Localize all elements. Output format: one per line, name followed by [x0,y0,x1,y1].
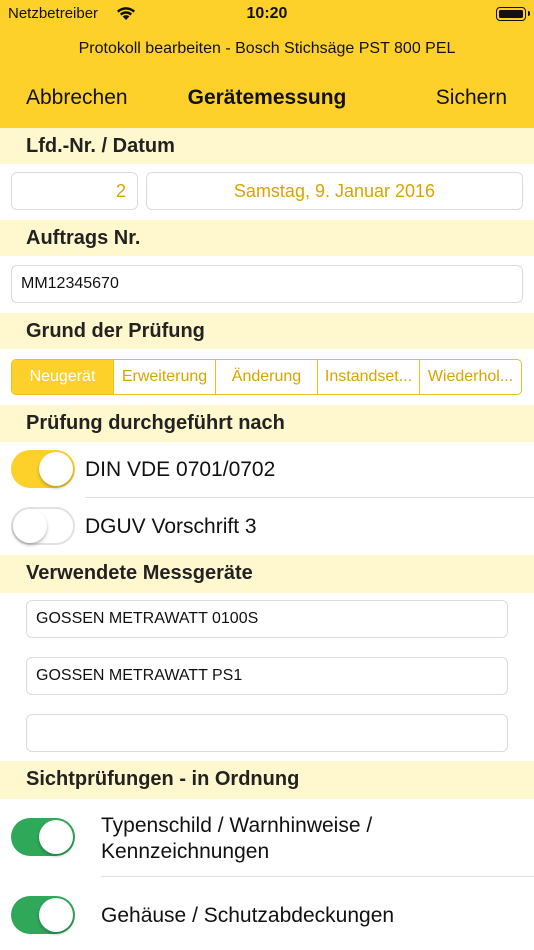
label-typenschild-line2: Kennzeichnungen [101,840,270,863]
reason-segmented-control: Neugerät Erweiterung Änderung Instandset… [11,359,522,395]
toggle-dguv[interactable] [11,507,75,545]
number-field[interactable]: 2 [11,172,138,210]
order-number-value: MM12345670 [21,275,119,292]
clock: 10:20 [246,5,288,22]
label-dguv: DGUV Vorschrift 3 [85,515,257,538]
label-typenschild-line1: Typenschild / Warnhinweise / [101,814,373,837]
order-number-field[interactable]: MM12345670 [11,265,523,303]
section-grund: Grund der Prüfung [0,313,534,349]
toggle-din-vde[interactable] [11,450,75,488]
section-label-grund: Grund der Prüfung [26,320,205,342]
section-sicht: Sichtprüfungen - in Ordnung [0,761,534,799]
top-bar: Netzbetreiber 10:20 Protokoll bearbeiten… [0,0,534,128]
device-field-3[interactable] [26,714,508,752]
toggle-typenschild[interactable] [11,818,75,856]
label-typenschild: Typenschild / Warnhinweise / Kennzeichnu… [101,813,372,865]
battery-icon [496,7,530,21]
label-din-vde: DIN VDE 0701/0702 [85,458,276,481]
section-lfd: Lfd.-Nr. / Datum [0,128,534,164]
date-field[interactable]: Samstag, 9. Januar 2016 [146,172,523,210]
toggle-gehaeuse[interactable] [11,896,75,934]
device-field-1[interactable]: GOSSEN METRAWATT 0100S [26,600,508,638]
label-gehaeuse: Gehäuse / Schutzabdeckungen [101,904,395,927]
segment-erweiterung[interactable]: Erweiterung [114,360,216,394]
segment-wiederholung[interactable]: Wiederhol... [420,360,521,394]
device-value-2: GOSSEN METRAWATT PS1 [36,667,243,684]
window-subtitle: Protokoll bearbeiten - Bosch Stichsäge P… [78,40,456,57]
device-value-1: GOSSEN METRAWATT 0100S [36,610,259,627]
section-label-sicht: Sichtprüfungen - in Ordnung [26,768,300,790]
segment-aenderung[interactable]: Änderung [216,360,318,394]
section-auftrag: Auftrags Nr. [0,220,534,256]
section-pruefung: Prüfung durchgeführt nach [0,405,534,442]
date-value: Samstag, 9. Januar 2016 [233,181,436,201]
divider [101,876,534,877]
segment-instandsetzung[interactable]: Instandset... [318,360,420,394]
navigation-bar: Abbrechen Gerätemessung Sichern [0,84,534,114]
section-label-lfd: Lfd.-Nr. / Datum [26,135,175,157]
section-label-pruefung: Prüfung durchgeführt nach [26,412,285,434]
section-label-auftrag: Auftrags Nr. [26,227,141,249]
segment-neugeraet[interactable]: Neugerät [12,360,114,394]
status-bar: Netzbetreiber 10:20 [0,0,534,28]
save-button[interactable]: Sichern [436,86,507,110]
section-messgeraete: Verwendete Messgeräte [0,555,534,593]
section-label-messgeraete: Verwendete Messgeräte [26,562,253,584]
divider [85,497,534,498]
device-field-2[interactable]: GOSSEN METRAWATT PS1 [26,657,508,695]
number-value: 2 [115,181,126,201]
